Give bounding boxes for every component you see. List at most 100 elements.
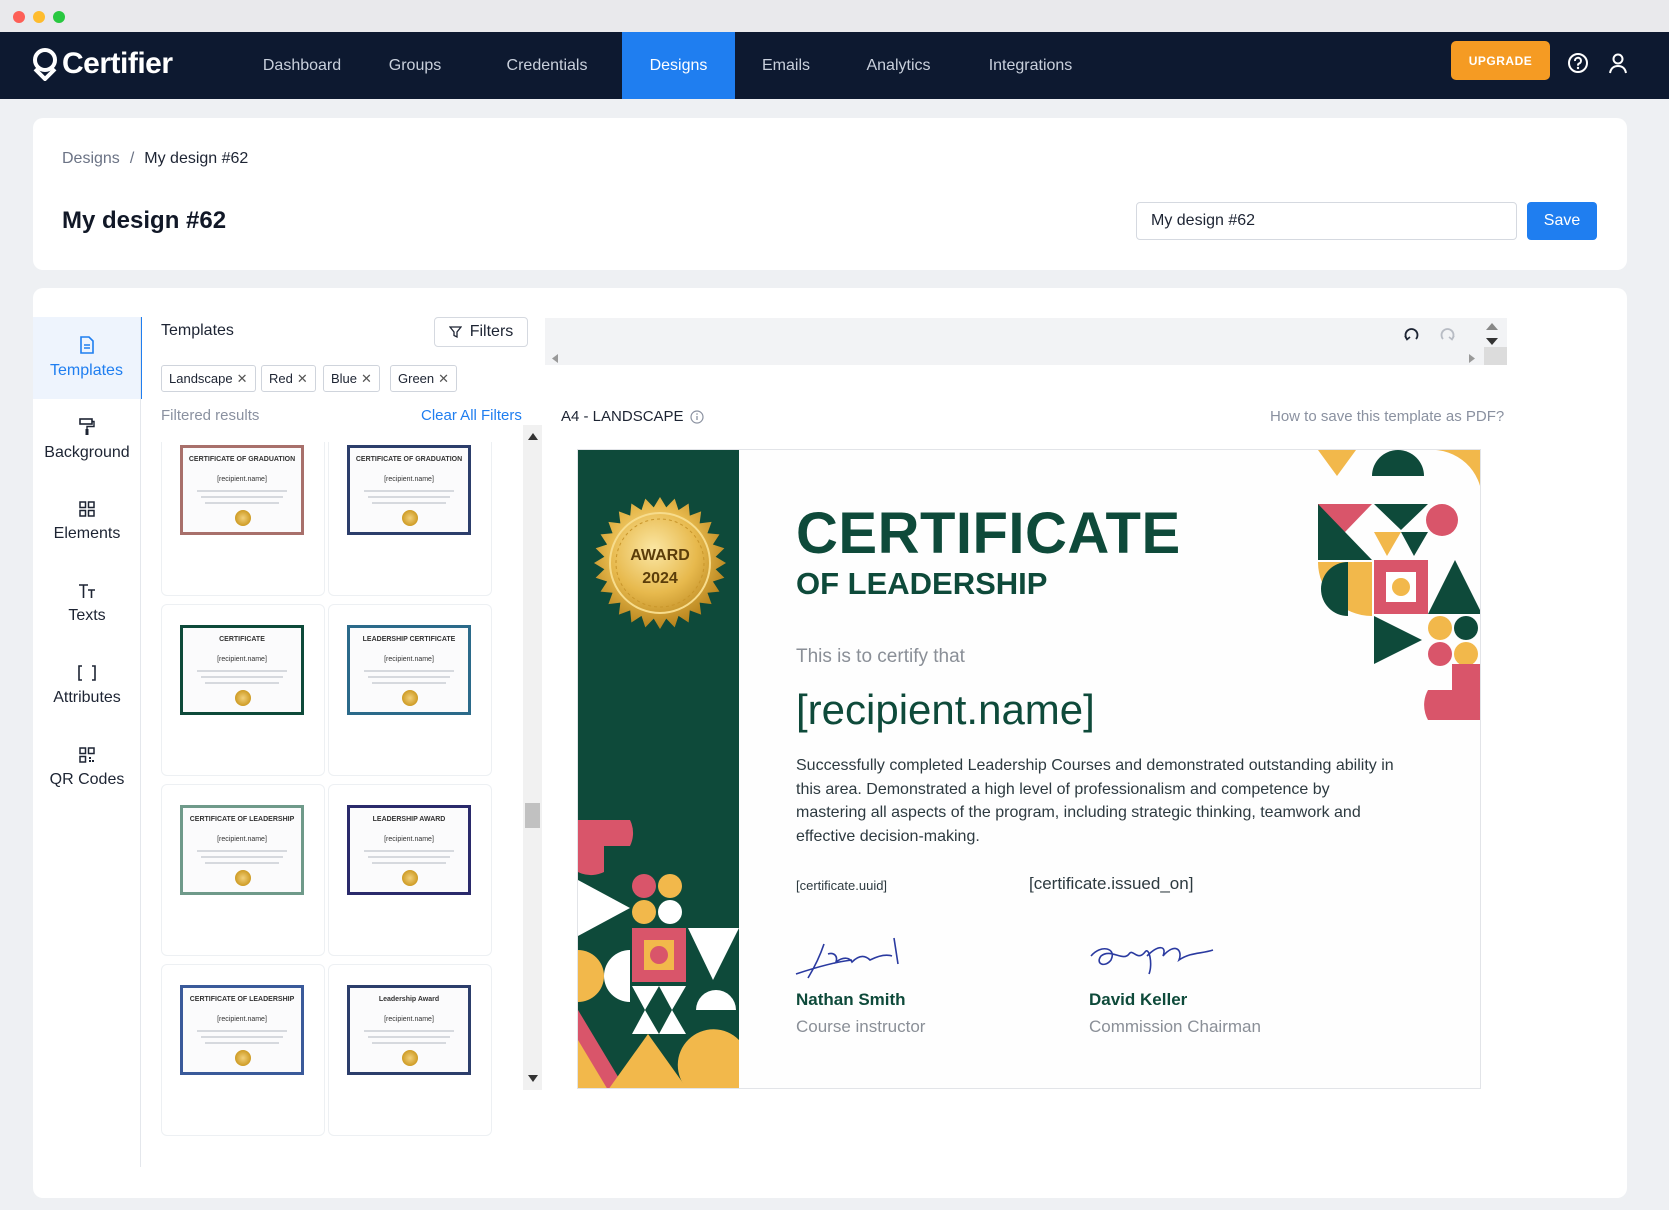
- template-thumbnail[interactable]: CERTIFICATE OF GRADUATION [recipient.name…: [328, 442, 492, 596]
- canvas-horizontal-scrollbar[interactable]: [545, 347, 1507, 365]
- medal-icon: [402, 870, 418, 886]
- certificate-subtitle[interactable]: OF LEADERSHIP: [796, 566, 1047, 602]
- nav-analytics[interactable]: Analytics: [837, 32, 960, 99]
- breadcrumb-separator: /: [129, 150, 135, 167]
- nav-credentials[interactable]: Credentials: [472, 32, 622, 99]
- template-preview-name: [recipient.name]: [384, 836, 434, 843]
- sidebar-item-background[interactable]: Background: [33, 399, 141, 481]
- sidebar-item-qr-codes[interactable]: QR Codes: [33, 727, 141, 809]
- template-preview: LEADERSHIP AWARD [recipient.name]: [347, 805, 471, 895]
- certificate-canvas[interactable]: AWARD 2024 CERTIFICATE OF LEADERSHIP Thi…: [577, 449, 1481, 1089]
- format-text: A4 - LANDSCAPE: [561, 408, 684, 425]
- minimize-window-button[interactable]: [33, 11, 45, 23]
- template-preview-text-line: [197, 670, 287, 672]
- info-icon[interactable]: [689, 409, 704, 424]
- nav-integrations[interactable]: Integrations: [960, 32, 1101, 99]
- certify-text[interactable]: This is to certify that: [796, 646, 965, 668]
- nav-groups[interactable]: Groups: [358, 32, 472, 99]
- breadcrumb-designs-link[interactable]: Designs: [62, 150, 120, 168]
- template-preview-text-line: [368, 496, 450, 498]
- clear-filters-link[interactable]: Clear All Filters: [421, 407, 522, 424]
- save-button[interactable]: Save: [1527, 202, 1597, 240]
- sidebar-item-label: Elements: [53, 525, 121, 542]
- scroll-left-icon[interactable]: [552, 354, 558, 363]
- template-preview-title: CERTIFICATE OF GRADUATION: [188, 456, 296, 463]
- chip-label: Green: [398, 371, 435, 386]
- template-thumbnail[interactable]: Leadership Award [recipient.name]: [328, 964, 492, 1136]
- scroll-down-icon[interactable]: [1486, 338, 1498, 345]
- nav-designs[interactable]: Designs: [622, 32, 735, 99]
- brand-logo[interactable]: Certifier: [32, 44, 173, 84]
- sidebar-item-texts[interactable]: Texts: [33, 563, 141, 645]
- upgrade-button[interactable]: UPGRADE: [1451, 41, 1550, 80]
- template-preview-title: CERTIFICATE OF GRADUATION: [355, 456, 463, 463]
- signer1-role[interactable]: Course instructor: [796, 1017, 925, 1037]
- scroll-down-icon[interactable]: [528, 1075, 538, 1082]
- template-preview-text-line: [205, 1042, 279, 1044]
- window-titlebar: [0, 0, 1669, 32]
- template-thumbnail[interactable]: CERTIFICATE [recipient.name]: [161, 604, 325, 776]
- signature-david-keller[interactable]: [1087, 934, 1219, 982]
- template-thumbnail[interactable]: LEADERSHIP CERTIFICATE [recipient.name]: [328, 604, 492, 776]
- help-icon[interactable]: [1566, 51, 1590, 75]
- geometric-pattern-top: [1318, 450, 1480, 720]
- template-preview-name: [recipient.name]: [217, 476, 267, 483]
- document-icon: [79, 336, 94, 354]
- sidebar-item-templates[interactable]: Templates: [33, 317, 142, 399]
- maximize-window-button[interactable]: [53, 11, 65, 23]
- template-preview-text-line: [364, 1030, 454, 1032]
- sidebar-item-attributes[interactable]: Attributes: [33, 645, 141, 727]
- scroll-up-icon[interactable]: [1486, 323, 1498, 330]
- filter-chip-blue[interactable]: Blue ✕: [323, 365, 380, 392]
- template-preview-text-line: [368, 856, 450, 858]
- nav-dashboard[interactable]: Dashboard: [246, 32, 358, 99]
- template-thumbnail[interactable]: CERTIFICATE OF LEADERSHIP [recipient.name…: [161, 784, 325, 956]
- grid-icon: [79, 501, 95, 517]
- close-icon[interactable]: ✕: [438, 371, 449, 387]
- signature-nathan-smith[interactable]: [794, 934, 906, 982]
- scroll-right-icon[interactable]: [1469, 354, 1475, 363]
- filter-chip-red[interactable]: Red ✕: [261, 365, 316, 392]
- certificate-body-text[interactable]: Successfully completed Leadership Course…: [796, 754, 1396, 848]
- seal-line2: 2024: [642, 570, 678, 587]
- template-thumbnail[interactable]: CERTIFICATE OF LEADERSHIP [recipient.name…: [161, 964, 325, 1136]
- signer2-role[interactable]: Commission Chairman: [1089, 1017, 1261, 1037]
- template-preview: Leadership Award [recipient.name]: [347, 985, 471, 1075]
- template-scrollbar[interactable]: [523, 425, 542, 1090]
- close-icon[interactable]: ✕: [297, 371, 308, 387]
- sidebar-item-elements[interactable]: Elements: [33, 481, 141, 563]
- scroll-thumb[interactable]: [525, 803, 540, 828]
- certificate-uuid-placeholder[interactable]: [certificate.uuid]: [796, 878, 887, 893]
- sidebar-item-label: Templates: [50, 362, 123, 379]
- chip-label: Blue: [331, 371, 358, 386]
- issued-on-placeholder[interactable]: [certificate.issued_on]: [1029, 874, 1193, 894]
- template-preview-name: [recipient.name]: [217, 656, 267, 663]
- close-icon[interactable]: ✕: [237, 371, 248, 387]
- signer2-name[interactable]: David Keller: [1089, 990, 1187, 1010]
- template-thumbnail[interactable]: CERTIFICATE OF GRADUATION [recipient.name…: [161, 442, 325, 596]
- template-thumbnail[interactable]: LEADERSHIP AWARD [recipient.name]: [328, 784, 492, 956]
- user-icon[interactable]: [1606, 51, 1630, 75]
- close-window-button[interactable]: [13, 11, 25, 23]
- recipient-name-placeholder[interactable]: [recipient.name]: [796, 686, 1095, 734]
- template-preview-text-line: [201, 1036, 283, 1038]
- sidebar-item-label: Attributes: [53, 689, 121, 706]
- save-pdf-help-link[interactable]: How to save this template as PDF?: [1270, 408, 1504, 425]
- breadcrumb: Designs / My design #62: [62, 150, 248, 168]
- redo-icon[interactable]: [1439, 326, 1456, 343]
- undo-icon[interactable]: [1403, 326, 1420, 343]
- certificate-title[interactable]: CERTIFICATE: [796, 500, 1181, 567]
- template-preview-text-line: [364, 850, 454, 852]
- filter-chip-green[interactable]: Green ✕: [390, 365, 458, 392]
- template-preview-title: LEADERSHIP CERTIFICATE: [362, 636, 456, 643]
- medal-icon: [235, 1050, 251, 1066]
- design-name-input[interactable]: [1136, 202, 1517, 240]
- close-icon[interactable]: ✕: [361, 371, 372, 387]
- template-preview-title: CERTIFICATE: [219, 636, 265, 643]
- filter-chip-landscape[interactable]: Landscape ✕: [161, 365, 256, 392]
- nav-emails[interactable]: Emails: [735, 32, 837, 99]
- design-header-card: Designs / My design #62 My design #62 Sa…: [33, 118, 1627, 270]
- scroll-up-icon[interactable]: [528, 433, 538, 440]
- filters-button[interactable]: Filters: [434, 317, 528, 347]
- signer1-name[interactable]: Nathan Smith: [796, 990, 906, 1010]
